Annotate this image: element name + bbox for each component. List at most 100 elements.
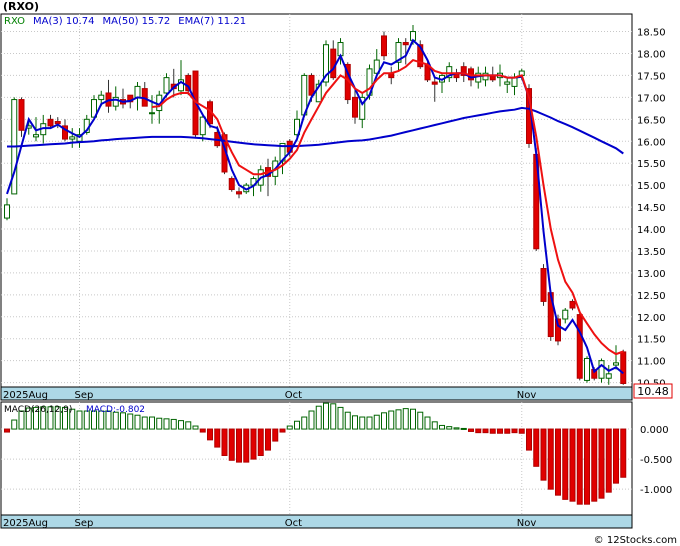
candle-body <box>569 300 576 309</box>
macd-bar <box>76 410 83 430</box>
macd-bar <box>163 418 170 430</box>
candle-body <box>562 309 569 320</box>
macd-bar <box>134 414 141 430</box>
macd-bar <box>286 425 293 430</box>
macd-bar <box>344 411 351 430</box>
macd-bar <box>156 417 163 430</box>
last-price-label: 10.48 <box>637 385 669 398</box>
candle-body <box>576 314 583 379</box>
macd-bar <box>468 428 474 432</box>
price-tick-label: 16.00 <box>637 137 666 148</box>
candle-body <box>381 35 387 57</box>
candle-body <box>98 94 105 101</box>
macd-bar <box>337 406 344 430</box>
macd-bar <box>199 428 206 433</box>
macd-bar <box>569 428 576 502</box>
candle-body <box>584 357 590 381</box>
macd-bar <box>526 428 532 451</box>
macd-bar <box>439 424 445 430</box>
candle-body <box>47 118 54 127</box>
legend: RXO MA(3) 10.74 MA(50) 15.72 EMA(7) 11.21 <box>4 16 246 27</box>
macd-bar <box>555 428 561 496</box>
macd-bar <box>221 428 228 456</box>
macd-bar <box>178 420 184 430</box>
macd-bar <box>475 428 482 434</box>
macd-bar <box>170 418 177 430</box>
price-tick-label: 13.50 <box>637 247 666 258</box>
candle-body <box>199 116 206 136</box>
macd-bar <box>207 428 213 441</box>
price-tick-label: 17.50 <box>637 71 666 82</box>
price-tick-label: 15.00 <box>637 181 666 192</box>
candle-body <box>613 362 619 366</box>
macd-bar <box>352 415 358 430</box>
price-tick-label: 14.50 <box>637 203 666 214</box>
macd-bar <box>185 421 192 430</box>
macd-bar <box>533 428 540 467</box>
macd-bar <box>228 428 235 461</box>
macd-bar <box>330 403 337 430</box>
price-tick-label: 14.00 <box>637 225 666 236</box>
macd-date-tick-label: Oct <box>285 518 302 529</box>
macd-bar <box>605 428 612 493</box>
candle-body <box>54 121 61 125</box>
macd-bar <box>562 428 569 500</box>
macd-bar <box>547 428 554 490</box>
candle-body <box>540 268 547 302</box>
macd-bar <box>308 410 315 430</box>
macd-bar <box>4 428 10 433</box>
legend-item: EMA(7) 11.21 <box>178 16 246 27</box>
macd-bar <box>460 427 467 430</box>
macd-bar <box>540 428 547 481</box>
macd-bar <box>446 426 453 430</box>
candle-body <box>33 134 39 138</box>
candle-body <box>402 42 409 46</box>
macd-bar <box>243 428 250 463</box>
macd-bar <box>373 414 380 430</box>
candle-body <box>134 85 141 98</box>
macd-bar <box>511 428 518 434</box>
macd-value-label: MACD:-0.802 <box>86 405 145 415</box>
candle-body <box>330 48 337 79</box>
macd-bar <box>598 428 605 499</box>
macd-bar <box>410 408 416 430</box>
candle-body <box>511 77 518 87</box>
candle-body <box>504 81 511 85</box>
macd-bar <box>417 411 424 430</box>
price-tick-label: 17.00 <box>637 93 666 104</box>
candle-body <box>431 81 438 85</box>
candle-body <box>4 204 10 219</box>
macd-bar <box>504 428 511 434</box>
candle-body <box>352 96 358 118</box>
macd-bar <box>431 421 438 430</box>
legend-item: RXO <box>4 16 25 27</box>
macd-bar <box>424 416 431 430</box>
macd-bar <box>402 408 409 430</box>
candle-body <box>69 136 76 140</box>
macd-bar <box>257 428 264 456</box>
price-tick-label: 12.00 <box>637 313 666 324</box>
macd-bar <box>141 416 148 430</box>
macd-bar <box>482 428 489 434</box>
macd-bar <box>192 425 199 430</box>
macd-bar <box>272 428 279 442</box>
date-tick-label: 2025Aug <box>3 390 48 401</box>
macd-bar <box>149 416 155 430</box>
price-tick-label: 15.50 <box>637 159 666 170</box>
macd-bar <box>11 419 18 430</box>
price-tick-label: 18.00 <box>637 49 666 60</box>
date-tick-label: Nov <box>517 390 537 401</box>
price-tick-label: 12.50 <box>637 291 666 302</box>
candle-body <box>228 178 235 191</box>
macd-title: MACD(26,12,9) <box>4 405 72 415</box>
candle-body <box>163 77 170 94</box>
macd-bar <box>294 420 300 430</box>
date-axis-bar <box>0 386 633 401</box>
watermark: © 12Stocks.com <box>594 535 677 546</box>
macd-bar <box>576 428 583 505</box>
macd-bar <box>279 428 286 433</box>
price-tick-label: 11.00 <box>637 357 666 368</box>
candle-body <box>18 99 25 131</box>
candle-body <box>149 112 155 115</box>
price-tick-label: 16.50 <box>637 115 666 126</box>
